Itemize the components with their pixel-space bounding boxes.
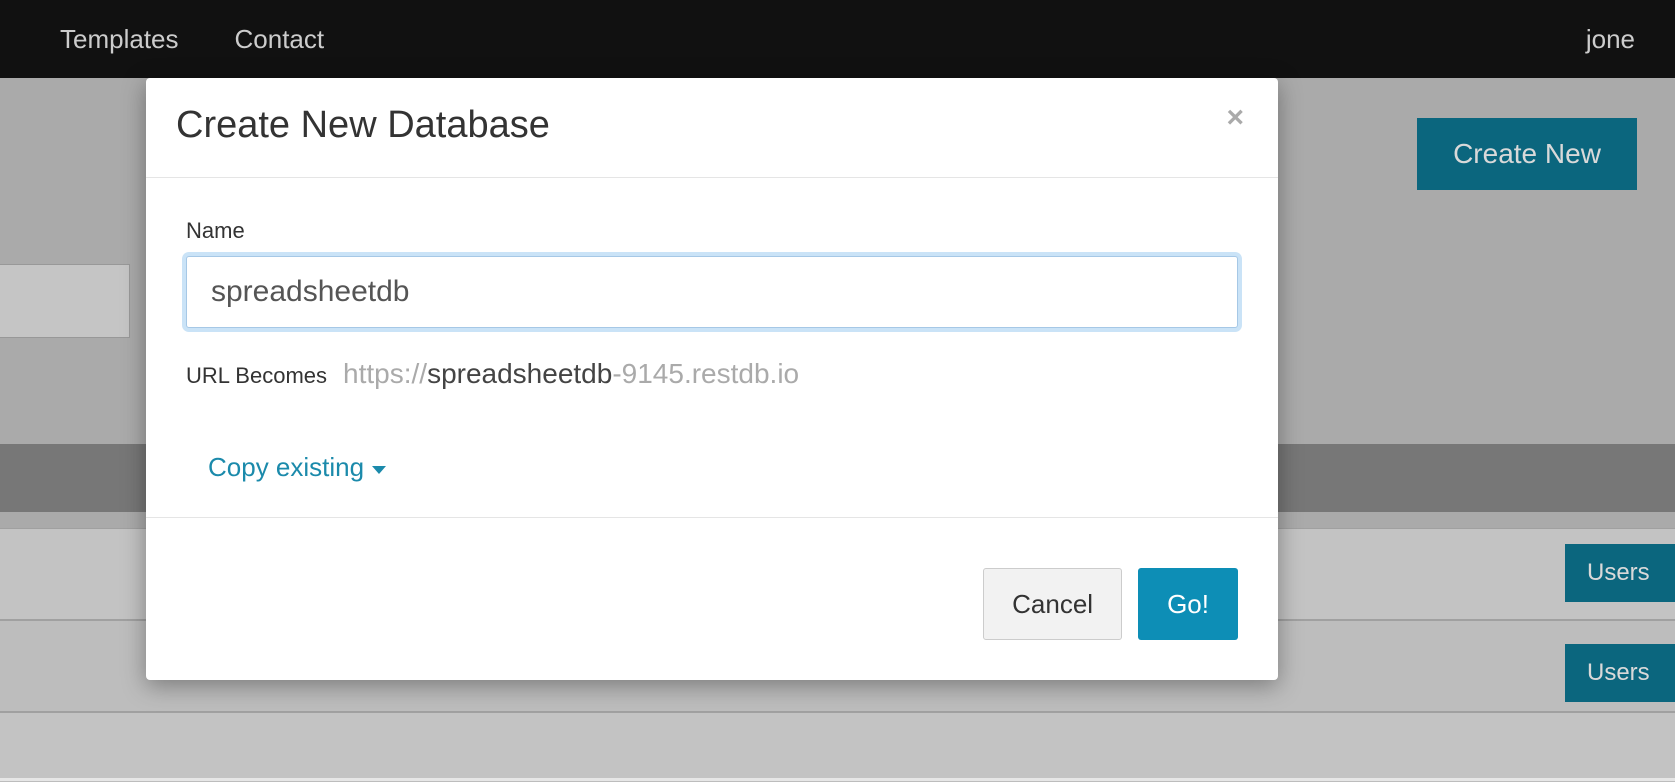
go-button[interactable]: Go! [1138,568,1238,640]
modal-title: Create New Database [176,104,550,147]
copy-existing-dropdown[interactable]: Copy existing [208,452,386,483]
modal-body: Name URL Becomes https://spreadsheetdb-9… [146,178,1278,517]
nav-left: Templates Contact [60,24,324,55]
url-value: https://spreadsheetdb-9145.restdb.io [343,358,799,390]
nav-user[interactable]: jone [1586,24,1635,55]
page-background: Create New Users Users Create New Databa… [0,78,1675,778]
name-label: Name [186,218,1238,244]
cancel-button[interactable]: Cancel [983,568,1122,640]
url-becomes-label: URL Becomes [186,363,327,389]
url-suffix: -9145.restdb.io [612,358,799,389]
nav-templates[interactable]: Templates [60,24,179,55]
copy-existing-label: Copy existing [208,452,364,483]
modal-footer: Cancel Go! [146,517,1278,680]
top-nav: Templates Contact jone [0,0,1675,78]
nav-contact[interactable]: Contact [235,24,325,55]
caret-down-icon [372,466,386,474]
modal-header: Create New Database × [146,78,1278,178]
url-preview: URL Becomes https://spreadsheetdb-9145.r… [186,358,1238,390]
close-icon[interactable]: × [1222,99,1248,137]
url-prefix: https:// [343,358,427,389]
create-database-modal: Create New Database × Name URL Becomes h… [146,78,1278,680]
database-name-input[interactable] [186,256,1238,328]
url-name: spreadsheetdb [427,358,612,389]
